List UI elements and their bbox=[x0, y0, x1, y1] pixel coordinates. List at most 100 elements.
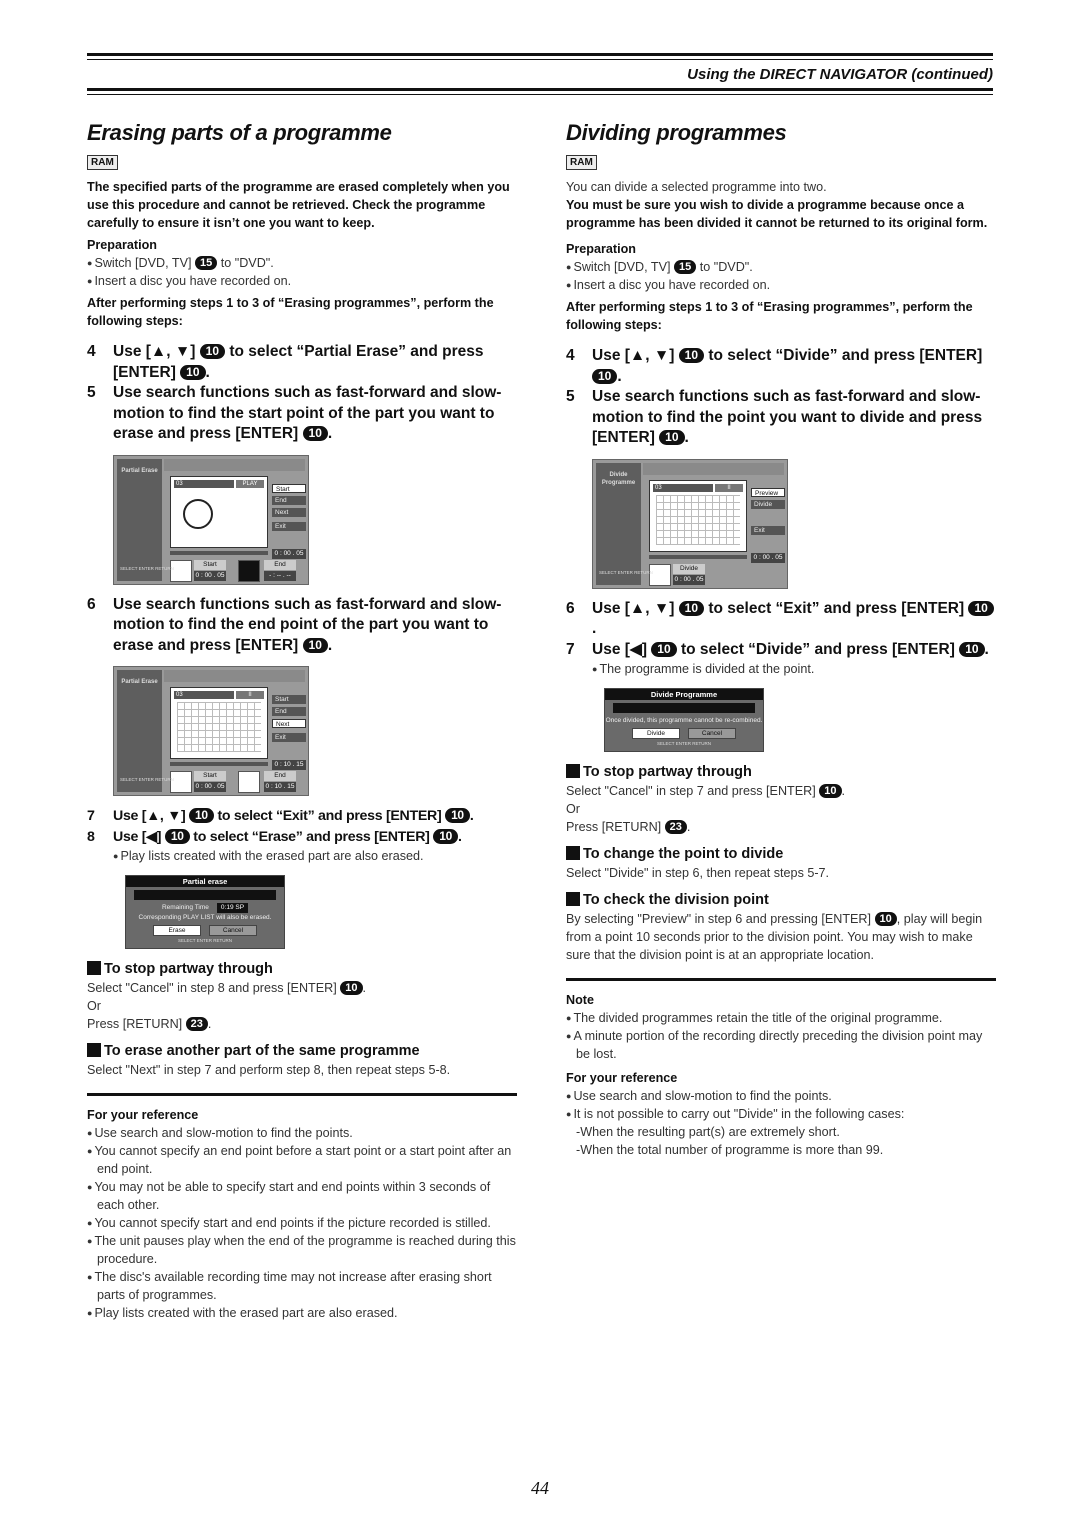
button-ref-badge: 10 bbox=[189, 808, 214, 823]
reference-item: Use search and slow-motion to find the p… bbox=[87, 1124, 517, 1142]
menu-divide[interactable]: Divide bbox=[751, 499, 785, 509]
stop-heading: To stop partway through bbox=[87, 959, 517, 979]
step-note: The programme is divided at the point. bbox=[566, 660, 996, 678]
button-ref-badge: 10 bbox=[180, 364, 206, 380]
step-5: 5 Use search functions such as fast-forwa… bbox=[566, 388, 983, 446]
remote-nav-icon: SELECT ENTER RETURN bbox=[120, 777, 174, 782]
button-ref-badge: 10 bbox=[659, 430, 685, 445]
preparation-heading: Preparation bbox=[566, 242, 636, 256]
step-4: 4 Use [▲, ▼] 10 to select “Partial Erase”… bbox=[87, 343, 484, 381]
menu-next[interactable]: Next bbox=[272, 719, 306, 728]
ram-badge: RAM bbox=[87, 155, 118, 170]
header-rule bbox=[87, 94, 993, 95]
dividing-section: Dividing programmes RAM You can divide a… bbox=[566, 120, 996, 1159]
button-ref-badge: 10 bbox=[164, 828, 190, 844]
button-ref-badge: 15 bbox=[673, 260, 697, 274]
cancel-button[interactable]: Cancel bbox=[209, 925, 257, 936]
erase-button[interactable]: Erase bbox=[153, 925, 201, 936]
divide-programme-screen: Divide Programme 03 II Preview Divide Ex… bbox=[592, 458, 788, 589]
menu-end[interactable]: End bbox=[272, 495, 306, 505]
check-point-heading: To check the division point bbox=[566, 890, 996, 910]
header-rule bbox=[87, 88, 993, 91]
step-6: 6 Use search functions such as fast-forwa… bbox=[87, 595, 502, 654]
play-state: PLAY bbox=[236, 479, 264, 488]
end-thumbnail bbox=[238, 559, 260, 582]
button-ref-badge: 23 bbox=[664, 820, 687, 834]
reference-item: Play lists created with the erased part … bbox=[87, 1304, 517, 1322]
button-ref-badge: 10 bbox=[968, 600, 994, 616]
soccer-ball-icon bbox=[183, 498, 213, 529]
preparation-heading: Preparation bbox=[87, 238, 157, 252]
screen-side-label: Partial Erase bbox=[117, 458, 162, 581]
reference-heading: For your reference bbox=[566, 1071, 678, 1085]
prep-item: Switch [DVD, TV] 15 to "DVD". bbox=[566, 258, 996, 276]
step-4: 4 Use [▲, ▼] 10 to select “Divide” and pr… bbox=[566, 347, 983, 385]
button-ref-badge: 10 bbox=[445, 808, 470, 823]
cancel-button[interactable]: Cancel bbox=[688, 728, 736, 739]
button-ref-badge: 10 bbox=[302, 637, 328, 653]
step-7: 7 Use [▲, ▼] 10 to select “Exit” and pres… bbox=[87, 808, 474, 824]
remote-nav-icon: SELECT ENTER RETURN bbox=[178, 938, 232, 943]
button-ref-badge: 10 bbox=[199, 344, 226, 359]
step-8: 8 Use [◀] 10 to select “Erase” and press … bbox=[87, 828, 462, 845]
intro-text: You can divide a selected programme into… bbox=[566, 180, 827, 194]
note-item: A minute portion of the recording direct… bbox=[566, 1027, 996, 1063]
after-text: After performing steps 1 to 3 of “Erasin… bbox=[87, 296, 494, 328]
divider bbox=[566, 978, 996, 981]
reference-item: You may not be able to specify start and… bbox=[87, 1178, 517, 1214]
reference-subitem: -When the resulting part(s) are extremel… bbox=[576, 1125, 840, 1139]
timecode: 0 : 00 . 05 bbox=[272, 548, 306, 559]
video-preview: 03 II bbox=[649, 479, 747, 552]
button-ref-badge: 15 bbox=[194, 256, 218, 270]
remote-nav-icon: SELECT ENTER RETURN bbox=[657, 741, 711, 746]
divide-programme-dialog: Divide Programme Once divided, this prog… bbox=[604, 688, 764, 752]
button-ref-badge: 10 bbox=[959, 641, 985, 657]
reference-item: The unit pauses play when the end of the… bbox=[87, 1232, 517, 1268]
button-ref-badge: 23 bbox=[185, 1017, 208, 1031]
section-title: Dividing programmes bbox=[566, 120, 787, 145]
ram-badge: RAM bbox=[566, 155, 597, 170]
button-ref-badge: 10 bbox=[874, 912, 897, 926]
menu-exit[interactable]: Exit bbox=[272, 521, 306, 531]
button-ref-badge: 10 bbox=[340, 981, 363, 995]
pause-state: II bbox=[236, 691, 264, 699]
screen-side-label: Partial Erase bbox=[117, 670, 162, 792]
step-5: 5 Use search functions such as fast-forwa… bbox=[87, 384, 502, 442]
note-heading: Note bbox=[566, 993, 594, 1007]
timecode: 0 : 10 . 15 bbox=[272, 760, 306, 770]
menu-start[interactable]: Start bbox=[272, 483, 306, 493]
progress-bar bbox=[170, 762, 268, 766]
button-ref-badge: 10 bbox=[302, 426, 328, 441]
button-ref-badge: 10 bbox=[592, 368, 618, 384]
menu-end[interactable]: End bbox=[272, 707, 306, 716]
prep-item: Switch [DVD, TV] 15 to "DVD". bbox=[87, 254, 517, 272]
goal-net-icon bbox=[177, 702, 261, 752]
divide-button[interactable]: Divide bbox=[632, 728, 680, 739]
note-item: The divided programmes retain the title … bbox=[566, 1009, 996, 1027]
step-note: Play lists created with the erased part … bbox=[87, 847, 517, 865]
video-preview: 03 II bbox=[170, 687, 268, 759]
menu-preview[interactable]: Preview bbox=[751, 487, 785, 497]
header-rule bbox=[87, 53, 993, 56]
end-thumbnail bbox=[238, 771, 260, 793]
stop-heading: To stop partway through bbox=[566, 762, 996, 782]
remote-nav-icon: SELECT ENTER RETURN bbox=[120, 565, 174, 571]
header-rule bbox=[87, 59, 993, 60]
partial-erase-screen-start: Partial Erase 03 PLAY Start End Next Exi… bbox=[113, 454, 309, 585]
button-ref-badge: 10 bbox=[678, 348, 705, 363]
reference-subitem: -When the total number of programme is m… bbox=[576, 1143, 884, 1157]
screen-side-label: Divide Programme bbox=[596, 462, 641, 585]
dialog-title: Partial erase bbox=[126, 876, 284, 887]
menu-exit[interactable]: Exit bbox=[751, 525, 785, 535]
menu-exit[interactable]: Exit bbox=[272, 733, 306, 742]
button-ref-badge: 10 bbox=[678, 600, 705, 616]
menu-start[interactable]: Start bbox=[272, 695, 306, 704]
reference-item: You cannot specify start and end points … bbox=[87, 1214, 517, 1232]
warning-text: The specified parts of the programme are… bbox=[87, 180, 510, 230]
button-ref-badge: 10 bbox=[651, 641, 677, 657]
partial-erase-screen-end: Partial Erase 03 II Start End Next Exit … bbox=[113, 666, 309, 796]
progress-bar bbox=[649, 554, 747, 559]
menu-next[interactable]: Next bbox=[272, 507, 306, 517]
prep-item: Insert a disc you have recorded on. bbox=[566, 276, 996, 294]
step-7: 7 Use [◀] 10 to select “Divide” and press… bbox=[566, 640, 989, 658]
